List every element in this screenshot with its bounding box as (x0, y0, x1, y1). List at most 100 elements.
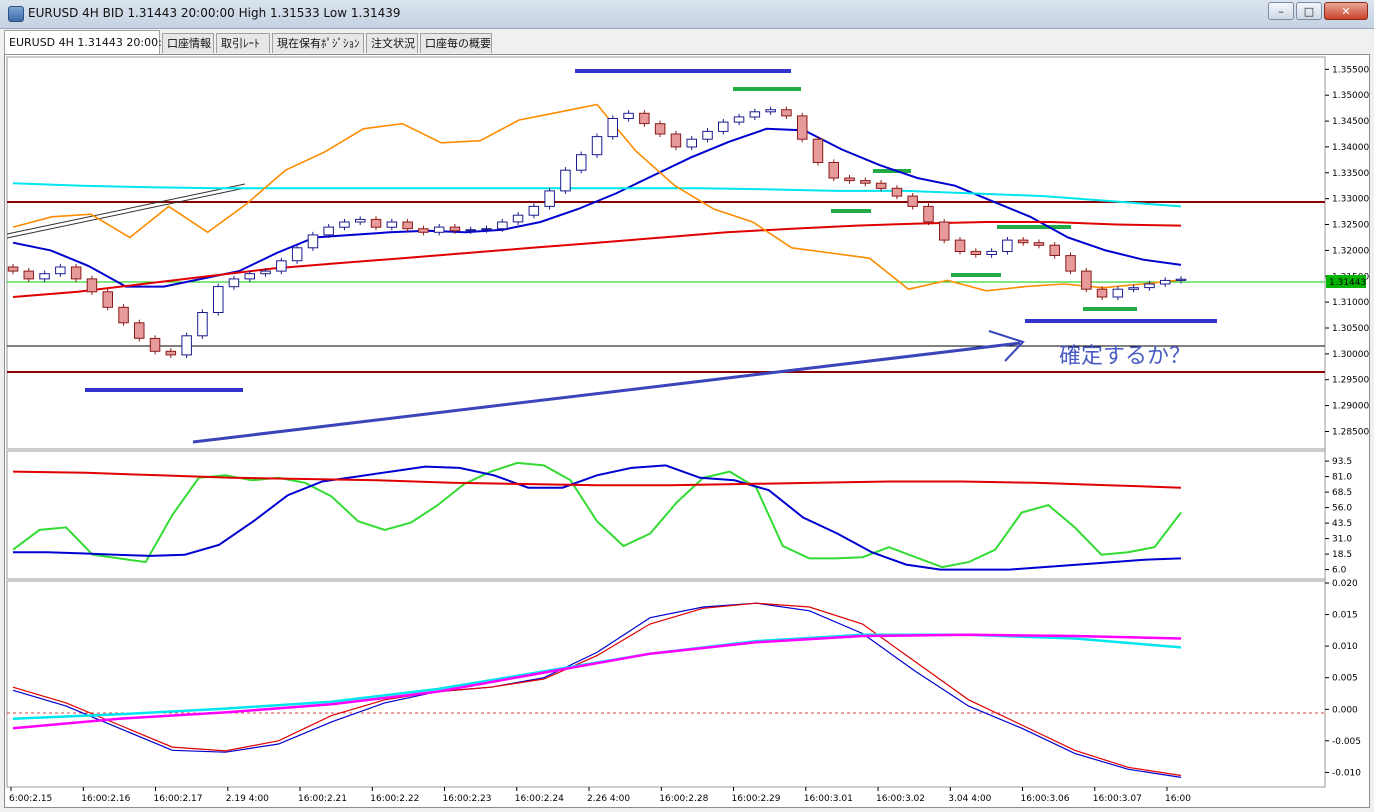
candle (418, 228, 429, 233)
candle (323, 226, 334, 236)
candle (339, 221, 350, 228)
candle (512, 214, 524, 223)
candle (86, 278, 98, 293)
y-tick-label: 68.5 (1332, 488, 1352, 498)
close-button[interactable]: ✕ (1324, 2, 1368, 20)
y-tick-label: 0.010 (1332, 642, 1358, 652)
y-tick-label: 0.015 (1332, 611, 1358, 621)
maximize-button[interactable]: □ (1296, 2, 1322, 20)
x-tick-label: 16:00:2.21 (298, 794, 347, 804)
candle (923, 205, 934, 223)
candle (449, 226, 461, 232)
candle (797, 115, 808, 140)
app-icon (8, 6, 24, 22)
x-tick-label: 16:00 (1165, 794, 1191, 804)
y-tick-label: 1.33000 (1332, 195, 1369, 205)
candle (1049, 244, 1060, 256)
tab-account-info[interactable]: 口座情報 (162, 33, 214, 53)
chart-area[interactable]: 確定するか？ 1.35500 1.35000 1.34500 1.34000 1.335… (4, 54, 1370, 808)
y-tick-label: 1.31000 (1332, 298, 1369, 308)
x-tick-label: 16:00:3.06 (1021, 794, 1070, 804)
candle (355, 218, 366, 223)
candle (102, 291, 113, 308)
candle (954, 239, 966, 253)
candle (1128, 287, 1139, 290)
y-tick-label: 1.30500 (1332, 324, 1369, 334)
candle (1081, 270, 1092, 290)
minimize-button[interactable]: – (1268, 2, 1294, 20)
y-tick-label: 43.5 (1332, 519, 1352, 529)
candle (654, 123, 666, 135)
chart-canvas[interactable]: 確定するか？ 1.35500 1.35000 1.34500 1.34000 1.335… (5, 55, 1369, 807)
y-tick-label: 81.0 (1332, 473, 1352, 483)
y-tick-label: 1.28500 (1332, 428, 1369, 438)
x-tick-label: 3.04 4:00 (948, 794, 991, 804)
candle (812, 138, 824, 163)
candle (733, 116, 745, 123)
candle (1017, 239, 1029, 244)
candle (465, 229, 476, 232)
x-tick-label: 16:00:3.01 (804, 794, 853, 804)
candle (497, 221, 508, 230)
tab-trade-rate[interactable]: 取引ﾚｰﾄ (216, 33, 270, 53)
y-tick-label: 1.34000 (1332, 143, 1369, 153)
candle (970, 250, 982, 255)
tab-eurusd-chart[interactable]: EURUSD 4H 1.31443 20:00:00 (4, 30, 176, 54)
x-tick-label: 16:00:2.22 (370, 794, 419, 804)
candle (307, 234, 319, 249)
candle (228, 278, 240, 288)
y-tick-label: 93.5 (1332, 457, 1352, 467)
window-title: EURUSD 4H BID 1.31443 20:00:00 High 1.31… (28, 6, 401, 20)
candle (39, 273, 50, 280)
macd-panel[interactable] (6, 580, 1326, 788)
candle (844, 177, 855, 182)
candle (149, 337, 161, 352)
x-tick-label: 16:00:2.28 (659, 794, 708, 804)
candle (402, 221, 413, 230)
x-tick-label: 16:00:2.23 (443, 794, 492, 804)
candle (370, 218, 382, 228)
candle (560, 169, 571, 192)
title-bar: EURUSD 4H BID 1.31443 20:00:00 High 1.31… (0, 0, 1374, 29)
y-tick-label: 1.33500 (1332, 169, 1369, 179)
candle (749, 111, 761, 118)
candle (1002, 239, 1013, 253)
candle (244, 273, 255, 280)
x-tick-label: 16:00:3.02 (876, 794, 925, 804)
candle (118, 306, 129, 324)
candle (1160, 279, 1171, 285)
y-tick-label: 1.34500 (1332, 117, 1369, 127)
y-tick-label: 1.35500 (1332, 65, 1369, 75)
candle (607, 118, 618, 138)
price-badge-label: 1.31443 (1329, 278, 1366, 288)
candle (544, 190, 555, 207)
candle (781, 109, 792, 117)
x-tick-label: 16:00:2.17 (154, 794, 203, 804)
candle (1175, 278, 1187, 281)
x-tick-label: 16:00:2.24 (515, 794, 564, 804)
tab-order-status[interactable]: 注文状況 (366, 33, 418, 53)
candle (860, 180, 871, 184)
candle (939, 221, 950, 241)
candle (481, 228, 492, 231)
x-tick-label: 2.26 4:00 (587, 794, 630, 804)
annotation-text[interactable]: 確定するか？ (1059, 344, 1191, 369)
x-tick-label: 6:00:2.15 (9, 794, 52, 804)
x-tick-label: 16:00:3.07 (1093, 794, 1142, 804)
candle (1144, 283, 1155, 289)
y-tick-label: 0.000 (1332, 705, 1358, 715)
candle (213, 286, 224, 314)
candle (276, 260, 287, 272)
x-tick-label: 16:00:2.16 (81, 794, 130, 804)
y-tick-label: -0.005 (1332, 737, 1361, 747)
y-tick-label: -0.010 (1332, 768, 1361, 778)
tab-account-summary[interactable]: 口座毎の概要 (420, 33, 492, 53)
candle (623, 112, 634, 119)
candle (165, 350, 177, 356)
tab-open-positions[interactable]: 現在保有ﾎﾟｼﾞｼｮﾝ (272, 33, 364, 53)
candle (291, 247, 303, 262)
candle (386, 221, 398, 228)
candle (1033, 242, 1045, 246)
candle (70, 266, 82, 280)
candle (639, 112, 650, 125)
